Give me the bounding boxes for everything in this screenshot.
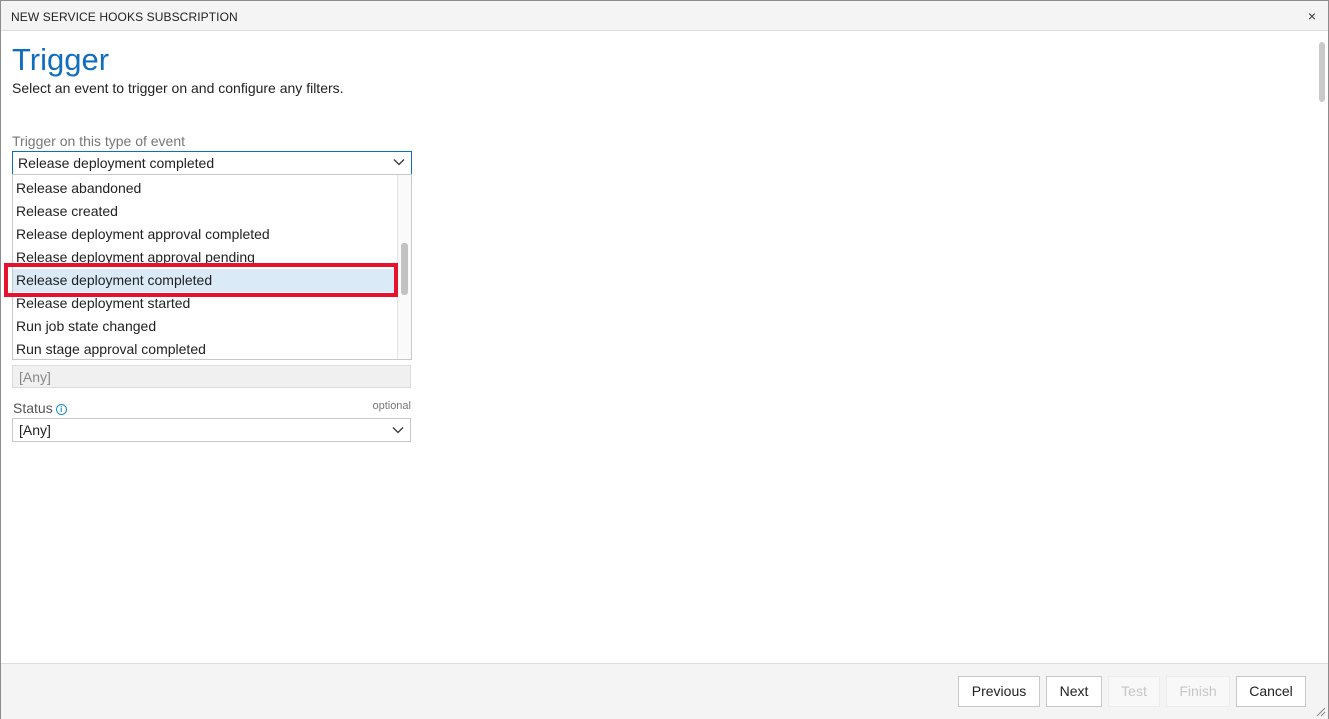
service-hooks-dialog: NEW SERVICE HOOKS SUBSCRIPTION × Trigger… [0, 0, 1329, 719]
previous-button[interactable]: Previous [958, 676, 1040, 707]
dialog-content: Trigger Select an event to trigger on an… [1, 32, 1328, 662]
list-item[interactable]: Run stage approval completed [13, 338, 398, 359]
cancel-button[interactable]: Cancel [1236, 676, 1306, 707]
optional-hint: optional [372, 400, 411, 412]
list-item[interactable]: Release abandoned [13, 177, 398, 200]
event-type-select[interactable]: Release deployment completed [12, 151, 412, 175]
finish-button[interactable]: Finish [1166, 676, 1230, 707]
event-type-dropdown-list: Release abandoned Release created Releas… [12, 174, 412, 360]
chevron-down-icon [392, 427, 404, 434]
close-icon[interactable]: × [1308, 8, 1316, 24]
dropdown-scrollbar-thumb[interactable] [401, 243, 408, 295]
list-item[interactable]: Release created [13, 200, 398, 223]
resize-grip-icon[interactable] [1314, 705, 1326, 717]
list-item[interactable]: Release deployment approval pending [13, 246, 398, 269]
next-button[interactable]: Next [1046, 676, 1102, 707]
dialog-titlebar: NEW SERVICE HOOKS SUBSCRIPTION × [1, 1, 1328, 31]
list-item[interactable]: Release deployment approval completed [13, 223, 398, 246]
chevron-down-icon [393, 159, 405, 166]
content-scrollbar[interactable] [1314, 32, 1328, 662]
list-item-selected[interactable]: Release deployment completed [13, 269, 398, 292]
status-label: Status i [13, 400, 67, 416]
event-type-label: Trigger on this type of event [12, 133, 186, 149]
filter-disabled-field: [Any] [12, 365, 411, 388]
test-button[interactable]: Test [1108, 676, 1160, 707]
list-item[interactable]: Run job state changed [13, 315, 398, 338]
dialog-title: NEW SERVICE HOOKS SUBSCRIPTION [11, 10, 238, 24]
dropdown-scrollbar[interactable] [397, 175, 411, 359]
dialog-footer: Previous Next Test Finish Cancel [1, 663, 1328, 719]
list-item[interactable]: Release deployment started [13, 292, 398, 315]
event-type-selected-value: Release deployment completed [18, 155, 215, 171]
info-icon[interactable]: i [55, 404, 67, 415]
content-scrollbar-thumb[interactable] [1319, 42, 1325, 102]
status-select[interactable]: [Any] [12, 418, 411, 442]
page-subtitle: Select an event to trigger on and config… [12, 80, 344, 96]
status-label-text: Status [13, 400, 53, 416]
status-selected-value: [Any] [19, 422, 51, 438]
page-title: Trigger [12, 42, 110, 77]
